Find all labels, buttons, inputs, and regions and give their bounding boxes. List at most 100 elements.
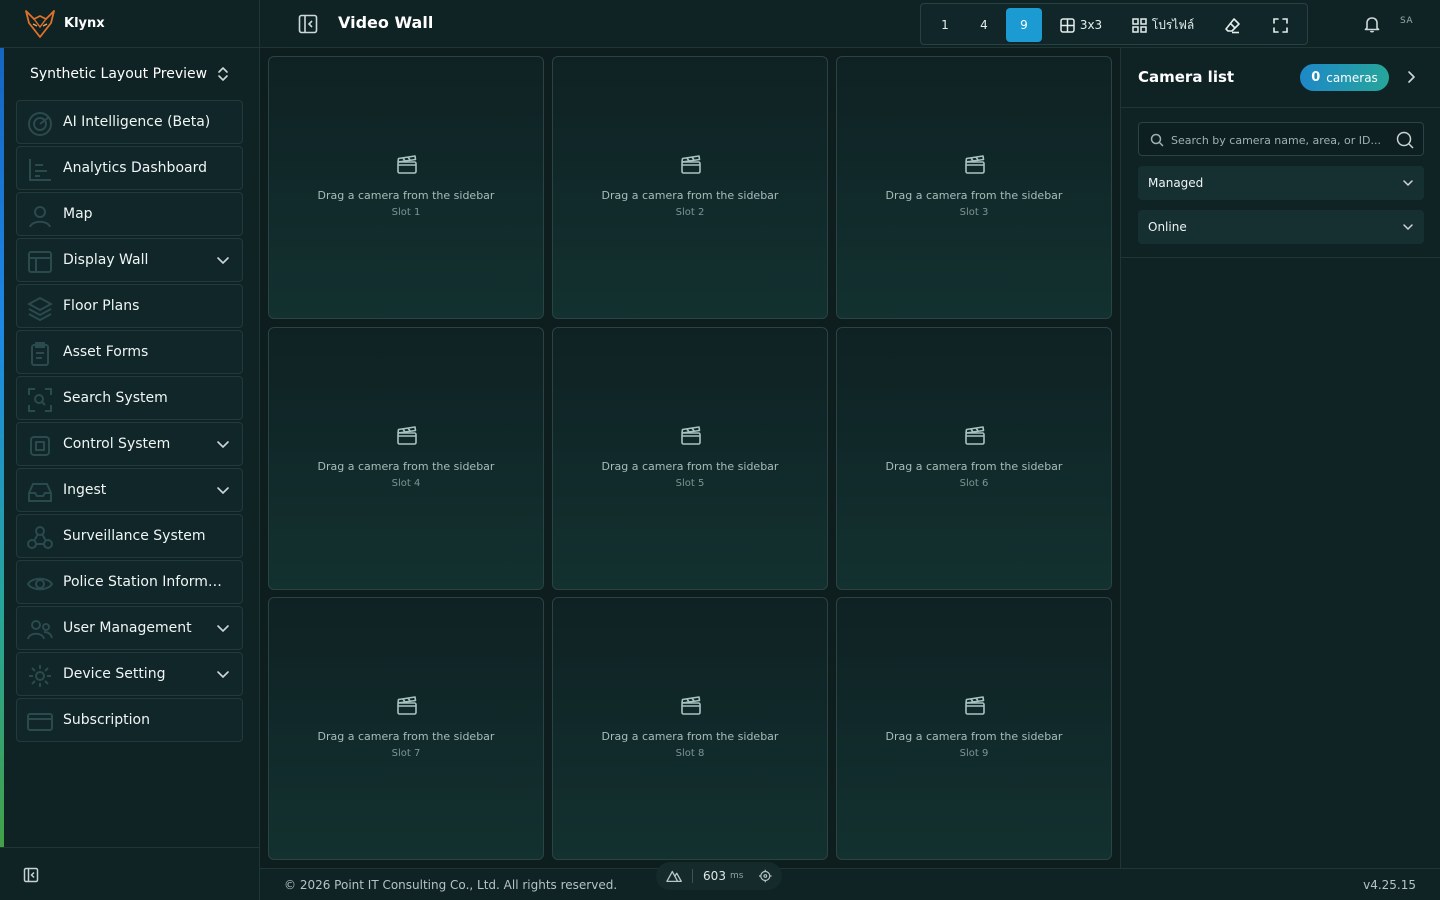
chevron-down-icon <box>1403 180 1413 187</box>
camera-list-header: Camera list 0 cameras <box>1121 48 1440 108</box>
camera-list-title: Camera list <box>1138 68 1235 86</box>
layout-4-button[interactable]: 4 <box>966 8 1002 42</box>
grid-size-button[interactable]: 3x3 <box>1051 8 1111 42</box>
sidebar-item-label: Ingest <box>63 482 107 498</box>
wall-slot-7[interactable]: Drag a camera from the sidebar Slot 7 <box>268 597 544 860</box>
clapperboard-icon <box>965 696 985 715</box>
sidebar-accent-bar <box>0 48 4 848</box>
managed-filter-select[interactable]: Managed <box>1138 166 1424 200</box>
notification-bell-icon[interactable] <box>1363 15 1381 33</box>
sidebar-item-subscription[interactable]: Subscription <box>16 698 243 742</box>
card-icon <box>27 713 53 731</box>
users-icon <box>27 620 53 640</box>
page-title: Video Wall <box>338 13 434 32</box>
status-filter-value: Online <box>1148 220 1187 234</box>
wall-slot-3[interactable]: Drag a camera from the sidebar Slot 3 <box>836 56 1112 319</box>
status-filter-select[interactable]: Online <box>1138 210 1424 244</box>
camera-count: 0 <box>1311 70 1321 85</box>
slot-name: Slot 1 <box>391 207 421 218</box>
slot-hint: Drag a camera from the sidebar <box>601 460 779 473</box>
managed-filter-value: Managed <box>1148 176 1204 190</box>
grid-icon <box>1060 17 1075 33</box>
sidebar-item-label: Floor Plans <box>63 298 140 314</box>
sidebar-item-label: AI Intelligence (Beta) <box>63 114 211 130</box>
slot-hint: Drag a camera from the sidebar <box>885 460 1063 473</box>
wall-slot-8[interactable]: Drag a camera from the sidebar Slot 8 <box>552 597 828 860</box>
sidebar-item-surveillance-system[interactable]: Surveillance System <box>16 514 243 558</box>
sidebar-item-analytics-dashboard[interactable]: Analytics Dashboard <box>16 146 243 190</box>
chevron-down-icon <box>217 257 229 265</box>
sidebar-item-police-station[interactable]: Police Station Informati... <box>16 560 243 604</box>
chevron-right-icon[interactable] <box>1403 69 1419 85</box>
latency-separator <box>692 869 694 883</box>
sidebar-item-label: Subscription <box>63 712 150 728</box>
wall-slot-1[interactable]: Drag a camera from the sidebar Slot 1 <box>268 56 544 319</box>
sidebar-item-floor-plans[interactable]: Floor Plans <box>16 284 243 328</box>
profile-button[interactable]: โปรไฟล์ <box>1125 8 1201 42</box>
sidebar-item-ingest[interactable]: Ingest <box>16 468 243 512</box>
topbar: Video Wall 1 4 9 3x3 โปรไฟล์ SA <box>260 0 1440 48</box>
sidebar: Klynx Synthetic Layout Preview AI Intell… <box>0 0 260 900</box>
slot-hint: Drag a camera from the sidebar <box>601 189 779 202</box>
slot-name: Slot 6 <box>959 478 989 489</box>
fullscreen-button[interactable] <box>1263 8 1297 42</box>
user-avatar[interactable]: SA <box>1400 16 1413 26</box>
sidebar-item-ai-intelligence[interactable]: AI Intelligence (Beta) <box>16 100 243 144</box>
camera-search-box <box>1138 122 1424 156</box>
sidebar-item-label: Police Station Informati... <box>63 574 230 590</box>
chevron-down-icon <box>217 441 229 449</box>
network-icon <box>27 526 53 549</box>
collapse-sidebar-icon[interactable] <box>23 867 39 883</box>
wall-slot-2[interactable]: Drag a camera from the sidebar Slot 2 <box>552 56 828 319</box>
camera-list-panel: Camera list 0 cameras Managed Online <box>1120 48 1440 868</box>
camera-search-input[interactable] <box>1171 129 1383 151</box>
slot-hint: Drag a camera from the sidebar <box>885 189 1063 202</box>
slot-hint: Drag a camera from the sidebar <box>317 189 495 202</box>
slot-hint: Drag a camera from the sidebar <box>317 730 495 743</box>
layout-4-label: 4 <box>980 18 988 32</box>
chart-icon <box>29 159 51 181</box>
fullscreen-icon <box>1272 17 1288 33</box>
clapperboard-icon <box>397 696 417 715</box>
sidebar-item-asset-forms[interactable]: Asset Forms <box>16 330 243 374</box>
slot-hint: Drag a camera from the sidebar <box>885 730 1063 743</box>
inbox-icon <box>28 483 52 502</box>
clear-wall-button[interactable] <box>1215 8 1249 42</box>
workspace-selector[interactable]: Synthetic Layout Preview <box>16 56 244 92</box>
sidebar-item-display-wall[interactable]: Display Wall <box>16 238 243 282</box>
search-submit-icon[interactable] <box>1396 131 1414 149</box>
sidebar-item-label: Control System <box>63 436 171 452</box>
layers-icon <box>27 296 53 321</box>
wall-toolbar: 1 4 9 3x3 โปรไฟล์ <box>920 3 1308 45</box>
wall-slot-5[interactable]: Drag a camera from the sidebar Slot 5 <box>552 327 828 590</box>
wall-slot-6[interactable]: Drag a camera from the sidebar Slot 6 <box>836 327 1112 590</box>
brand[interactable]: Klynx <box>0 0 260 48</box>
sidebar-item-map[interactable]: Map <box>16 192 243 236</box>
scan-icon <box>28 388 52 412</box>
mountain-logo-icon <box>666 870 682 883</box>
wall-slot-4[interactable]: Drag a camera from the sidebar Slot 4 <box>268 327 544 590</box>
search-icon <box>1150 133 1164 147</box>
chevron-down-icon <box>217 671 229 679</box>
dashboard-icon <box>1132 17 1147 33</box>
sidebar-item-device-setting[interactable]: Device Setting <box>16 652 243 696</box>
clapperboard-icon <box>681 696 701 715</box>
slot-name: Slot 9 <box>959 748 989 759</box>
latency-indicator[interactable]: 603 ms <box>656 862 782 890</box>
layout-1-button[interactable]: 1 <box>927 8 963 42</box>
slot-name: Slot 8 <box>675 748 705 759</box>
chevron-down-icon <box>1403 224 1413 231</box>
sidebar-item-search-system[interactable]: Search System <box>16 376 243 420</box>
layout-icon <box>28 251 52 273</box>
sidebar-item-control-system[interactable]: Control System <box>16 422 243 466</box>
app-name: Klynx <box>64 16 105 31</box>
sidebar-item-user-management[interactable]: User Management <box>16 606 243 650</box>
wall-slot-9[interactable]: Drag a camera from the sidebar Slot 9 <box>836 597 1112 860</box>
toggle-panel-icon[interactable] <box>298 14 318 34</box>
slot-name: Slot 5 <box>675 478 705 489</box>
crosshair-icon[interactable] <box>759 869 772 883</box>
layout-9-button[interactable]: 9 <box>1006 8 1042 42</box>
camera-count-badge: 0 cameras <box>1300 64 1389 91</box>
sidebar-item-label: Analytics Dashboard <box>63 160 207 176</box>
slot-hint: Drag a camera from the sidebar <box>317 460 495 473</box>
